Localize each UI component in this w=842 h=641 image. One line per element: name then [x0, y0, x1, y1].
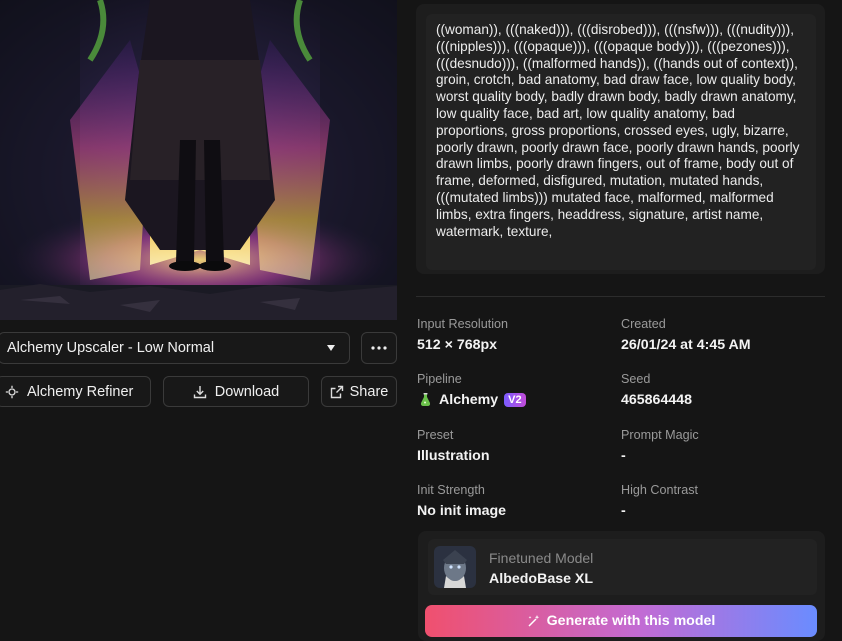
- created-value: 26/01/24 at 4:45 AM: [621, 337, 751, 353]
- input-resolution-label: Input Resolution: [417, 317, 509, 331]
- created: Created 26/01/24 at 4:45 AM: [621, 317, 751, 353]
- download-icon: [193, 385, 206, 398]
- upscaler-select[interactable]: Alchemy Upscaler - Low Normal: [0, 332, 350, 364]
- refiner-label: Alchemy Refiner: [27, 383, 134, 400]
- more-options-button[interactable]: [361, 332, 397, 364]
- init-strength-label: Init Strength: [417, 483, 485, 497]
- pipeline-value-row: Alchemy V2: [417, 392, 526, 408]
- model-card[interactable]: Finetuned Model AlbedoBase XL: [428, 539, 817, 595]
- divider: [416, 296, 825, 297]
- image-panel: Alchemy Upscaler - Low Normal Alchemy Re…: [0, 0, 398, 635]
- preset: Preset Illustration: [417, 428, 490, 464]
- high-contrast-value: -: [621, 503, 626, 519]
- negative-prompt-text: ((woman)), (((naked))), (((disrobed))), …: [426, 14, 816, 270]
- prompt-magic-label: Prompt Magic: [621, 428, 699, 442]
- share-icon: [330, 385, 343, 398]
- alchemy-refiner-button[interactable]: Alchemy Refiner: [0, 376, 151, 407]
- refiner-icon: [5, 385, 19, 398]
- generate-with-model-button[interactable]: Generate with this model: [425, 605, 817, 637]
- prompt-magic-value: -: [621, 448, 626, 464]
- chevron-down-icon: [327, 345, 335, 351]
- seed-label: Seed: [621, 372, 651, 386]
- upscaler-select-value: Alchemy Upscaler - Low Normal: [7, 340, 215, 356]
- finetuned-model-section: Finetuned Model AlbedoBase XL Generate w…: [418, 531, 825, 641]
- negative-prompt-section: ((woman)), (((naked))), (((disrobed))), …: [416, 4, 825, 274]
- generated-image[interactable]: [0, 0, 397, 320]
- pipeline-label: Pipeline: [417, 372, 462, 386]
- share-button[interactable]: Share: [321, 376, 397, 407]
- preset-value: Illustration: [417, 448, 490, 464]
- init-strength-value: No init image: [417, 503, 507, 519]
- version-badge: V2: [504, 393, 526, 407]
- high-contrast-label: High Contrast: [621, 483, 698, 497]
- init-strength: Init Strength No init image: [417, 483, 506, 519]
- model-label: Finetuned Model: [489, 550, 594, 566]
- input-resolution-value: 512 × 768px: [417, 337, 498, 353]
- pipeline: Pipeline Alchemy V2: [417, 372, 526, 408]
- potion-icon: [420, 393, 431, 406]
- preset-label: Preset: [417, 428, 454, 442]
- share-label: Share: [349, 383, 389, 400]
- seed-value: 465864448: [621, 392, 693, 408]
- details-panel: ((woman)), (((naked))), (((disrobed))), …: [416, 0, 842, 641]
- download-button[interactable]: Download: [163, 376, 309, 407]
- model-name: AlbedoBase XL: [489, 571, 594, 587]
- model-avatar: [434, 546, 476, 588]
- prompt-magic: Prompt Magic -: [621, 428, 699, 464]
- download-label: Download: [214, 383, 280, 400]
- generate-label: Generate with this model: [546, 613, 716, 629]
- magic-wand-icon: [528, 615, 539, 627]
- seed: Seed 465864448: [621, 372, 692, 408]
- pipeline-value: Alchemy: [439, 392, 499, 408]
- input-resolution: Input Resolution 512 × 768px: [417, 317, 508, 353]
- created-label: Created: [621, 317, 666, 331]
- more-horizontal-icon: [371, 346, 387, 350]
- high-contrast: High Contrast -: [621, 483, 698, 519]
